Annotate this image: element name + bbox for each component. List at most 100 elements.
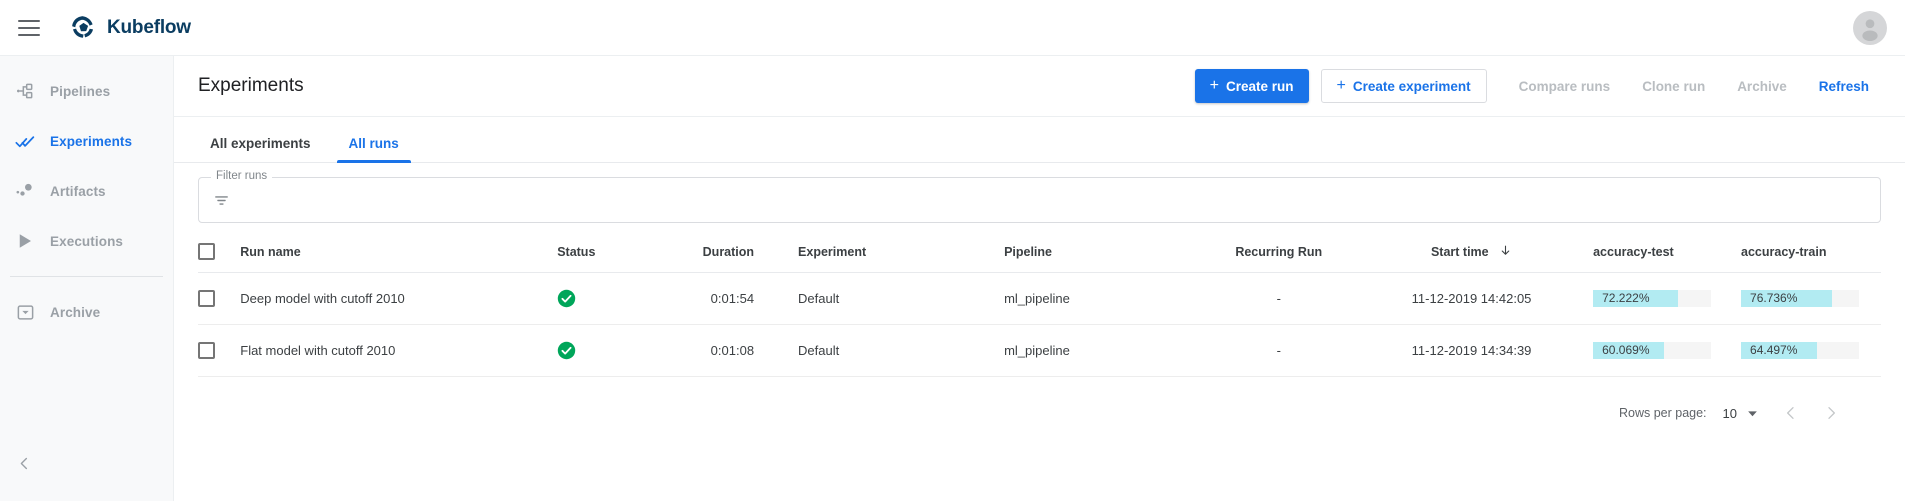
column-header-duration[interactable]: Duration: [682, 229, 798, 273]
status-cell: [557, 273, 682, 325]
archive-button[interactable]: Archive: [1721, 79, 1803, 94]
column-header-recurring-run[interactable]: Recurring Run: [1200, 229, 1358, 273]
accuracy-train-cell: 76.736%: [1733, 273, 1881, 325]
table-body: Deep model with cutoff 2010 0:01:54 Defa…: [198, 273, 1881, 377]
compare-runs-button[interactable]: Compare runs: [1503, 79, 1627, 94]
column-header-pipeline[interactable]: Pipeline: [1004, 229, 1199, 273]
metric-bar-accuracy-test: 72.222%: [1593, 290, 1711, 307]
hamburger-menu-icon[interactable]: [14, 13, 44, 43]
experiment-cell[interactable]: Default: [798, 273, 1004, 325]
runs-table: Run name Status Duration Experiment Pipe…: [198, 229, 1881, 377]
metric-bar-accuracy-train: 64.497%: [1741, 342, 1859, 359]
hamburger-bar: [18, 34, 40, 36]
chevron-right-icon: [1823, 405, 1839, 421]
pagination: Rows per page: 10: [198, 379, 1881, 433]
check-circle-icon: [557, 341, 576, 360]
metric-value: 72.222%: [1593, 290, 1649, 307]
start-time-cell: 11-12-2019 14:42:05: [1358, 273, 1585, 325]
sidebar-item-artifacts[interactable]: Artifacts: [0, 166, 173, 216]
metric-value: 60.069%: [1593, 342, 1649, 359]
filter-runs-field[interactable]: Filter runs: [198, 177, 1881, 223]
table-row[interactable]: Deep model with cutoff 2010 0:01:54 Defa…: [198, 273, 1881, 325]
run-name-cell[interactable]: Flat model with cutoff 2010: [240, 325, 557, 377]
toolbar: + Create run + Create experiment Compare…: [1195, 69, 1885, 103]
clone-run-button[interactable]: Clone run: [1626, 79, 1721, 94]
kubeflow-logo-icon: [70, 15, 96, 41]
page-header: Experiments + Create run + Create experi…: [174, 56, 1905, 117]
sidebar-bottom: [0, 443, 173, 501]
plus-icon: +: [1210, 78, 1219, 94]
tab-all-runs[interactable]: All runs: [337, 136, 411, 162]
select-all-header: [198, 229, 240, 273]
sidebar-item-executions[interactable]: Executions: [0, 216, 173, 266]
plus-icon: +: [1337, 78, 1346, 94]
sidebar-collapse-button[interactable]: [4, 443, 44, 483]
arrow-down-icon: [1499, 244, 1512, 260]
start-time-cell: 11-12-2019 14:34:39: [1358, 325, 1585, 377]
row-checkbox[interactable]: [198, 342, 215, 359]
pipeline-cell[interactable]: ml_pipeline: [1004, 325, 1199, 377]
recurring-run-cell: -: [1200, 325, 1358, 377]
pipelines-icon: [14, 80, 36, 102]
experiment-cell[interactable]: Default: [798, 325, 1004, 377]
pipeline-cell[interactable]: ml_pipeline: [1004, 273, 1199, 325]
executions-icon: [14, 230, 36, 252]
sidebar-item-experiments[interactable]: Experiments: [0, 116, 173, 166]
column-header-accuracy-train[interactable]: accuracy-train: [1733, 229, 1881, 273]
archive-icon: [14, 301, 36, 323]
duration-cell: 0:01:08: [682, 325, 798, 377]
create-experiment-label: Create experiment: [1353, 79, 1471, 94]
sidebar: Pipelines Experiments: [0, 56, 174, 501]
sidebar-item-pipelines[interactable]: Pipelines: [0, 66, 173, 116]
filter-runs-input[interactable]: [231, 178, 1868, 222]
metric-value: 64.497%: [1741, 342, 1797, 359]
brand[interactable]: Kubeflow: [70, 15, 191, 41]
rows-per-page-value[interactable]: 10: [1723, 406, 1737, 421]
create-run-label: Create run: [1226, 79, 1294, 94]
user-avatar-icon[interactable]: [1853, 11, 1887, 45]
next-page-button[interactable]: [1811, 393, 1851, 433]
select-all-checkbox[interactable]: [198, 243, 215, 260]
column-header-status[interactable]: Status: [557, 229, 682, 273]
sidebar-item-archive[interactable]: Archive: [0, 287, 173, 337]
table-header: Run name Status Duration Experiment Pipe…: [198, 229, 1881, 273]
previous-page-button[interactable]: [1771, 393, 1811, 433]
runs-table-container: Run name Status Duration Experiment Pipe…: [174, 229, 1905, 433]
status-cell: [557, 325, 682, 377]
sidebar-item-label: Experiments: [50, 134, 132, 149]
column-header-experiment[interactable]: Experiment: [798, 229, 1004, 273]
filter-section: Filter runs: [174, 163, 1905, 223]
hamburger-bar: [18, 27, 40, 29]
filter-runs-legend: Filter runs: [211, 170, 272, 182]
create-experiment-button[interactable]: + Create experiment: [1321, 69, 1487, 103]
rows-per-page-label: Rows per page:: [1619, 406, 1707, 420]
run-name-cell[interactable]: Deep model with cutoff 2010: [240, 273, 557, 325]
table-row[interactable]: Flat model with cutoff 2010 0:01:08 Defa…: [198, 325, 1881, 377]
hamburger-bar: [18, 20, 40, 22]
sidebar-item-label: Artifacts: [50, 184, 106, 199]
column-header-run-name[interactable]: Run name: [240, 229, 557, 273]
sidebar-item-label: Archive: [50, 305, 100, 320]
body: Pipelines Experiments: [0, 56, 1905, 501]
chevron-left-icon: [1783, 405, 1799, 421]
row-checkbox[interactable]: [198, 290, 215, 307]
page-title: Experiments: [198, 75, 304, 97]
tab-all-experiments[interactable]: All experiments: [198, 136, 323, 162]
column-header-start-time[interactable]: Start time: [1358, 229, 1585, 273]
column-header-accuracy-test[interactable]: accuracy-test: [1585, 229, 1733, 273]
rows-per-page-dropdown[interactable]: [1746, 407, 1759, 420]
row-select-cell: [198, 325, 240, 377]
artifacts-icon: [14, 180, 36, 202]
tab-bar: All experiments All runs: [174, 117, 1905, 163]
refresh-button[interactable]: Refresh: [1803, 79, 1885, 94]
metric-bar-accuracy-test: 60.069%: [1593, 342, 1711, 359]
experiments-icon: [14, 130, 36, 152]
filter-list-icon: [211, 190, 231, 210]
sidebar-item-label: Executions: [50, 234, 123, 249]
check-circle-icon: [557, 289, 576, 308]
row-select-cell: [198, 273, 240, 325]
accuracy-train-cell: 64.497%: [1733, 325, 1881, 377]
metric-bar-accuracy-train: 76.736%: [1741, 290, 1859, 307]
duration-cell: 0:01:54: [682, 273, 798, 325]
create-run-button[interactable]: + Create run: [1195, 69, 1309, 103]
